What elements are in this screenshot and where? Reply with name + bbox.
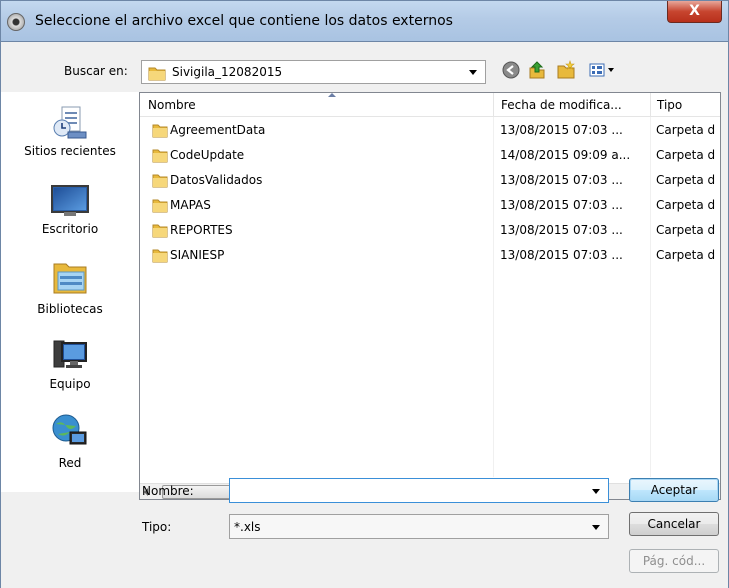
recent-places-icon: [53, 106, 87, 139]
place-desktop[interactable]: Escritorio: [1, 184, 139, 236]
place-desktop-label: Escritorio: [41, 222, 99, 236]
table-row[interactable]: AgreementData 13/08/2015 07:03 ... Carpeta…: [140, 119, 720, 143]
folder-icon: [152, 224, 168, 238]
column-header-date[interactable]: Fecha de modifica...: [501, 98, 622, 112]
dialog-body: Buscar en: Sivigila_12082015 Sitios reci…: [0, 42, 729, 588]
file-date: 13/08/2015 07:03 ...: [500, 173, 623, 187]
folder-icon: [152, 174, 168, 188]
cancel-button[interactable]: Cancelar: [629, 512, 719, 536]
place-libraries[interactable]: Bibliotecas: [1, 258, 139, 316]
places-bar: Sitios recientes Escritorio Bibliotecas: [1, 92, 139, 492]
file-type: Carpeta d: [656, 198, 716, 212]
file-name: DatosValidados: [170, 173, 263, 187]
file-type: Carpeta d: [656, 223, 716, 237]
file-list[interactable]: Nombre Fecha de modifica... Tipo Agreeme…: [139, 92, 721, 500]
file-name: REPORTES: [170, 223, 233, 237]
file-date: 13/08/2015 07:03 ...: [500, 198, 623, 212]
filename-label: Nombre:: [142, 484, 194, 498]
network-icon: [52, 414, 87, 445]
file-date: 14/08/2015 09:09 a...: [500, 148, 631, 162]
column-separator: [650, 93, 651, 117]
place-computer-label: Equipo: [49, 377, 91, 391]
file-type: Carpeta d: [656, 123, 716, 137]
place-computer[interactable]: Equipo: [1, 337, 139, 391]
accept-button[interactable]: Aceptar: [629, 478, 719, 502]
column-header-name[interactable]: Nombre: [148, 98, 196, 112]
file-name: SIANIESP: [170, 248, 225, 262]
file-date: 13/08/2015 07:03 ...: [500, 123, 623, 137]
window-title: Seleccione el archivo excel que contiene…: [35, 13, 453, 29]
look-in-value: Sivigila_12082015: [172, 65, 283, 79]
table-row[interactable]: DatosValidados 13/08/2015 07:03 ... Carpet…: [140, 169, 720, 193]
folder-icon: [152, 149, 168, 163]
table-row[interactable]: REPORTES 13/08/2015 07:03 ... Carpeta d: [140, 219, 720, 243]
chevron-down-icon[interactable]: [592, 489, 600, 494]
folder-icon: [152, 124, 168, 138]
look-in-dropdown[interactable]: Sivigila_12082015: [141, 60, 486, 84]
folder-icon: [152, 249, 168, 263]
libraries-icon: [53, 263, 87, 294]
sort-ascending-icon: [328, 93, 336, 97]
app-icon: [7, 13, 25, 31]
file-name: CodeUpdate: [170, 148, 245, 162]
table-row[interactable]: CodeUpdate 14/08/2015 09:09 a... Carpeta d: [140, 144, 720, 168]
place-network-label: Red: [58, 456, 82, 470]
close-button[interactable]: X: [667, 1, 722, 23]
back-arrow-icon[interactable]: [499, 58, 523, 82]
folder-icon: [148, 67, 166, 81]
desktop-icon: [51, 185, 89, 216]
place-recent-label: Sitios recientes: [24, 144, 116, 158]
new-folder-icon[interactable]: [554, 58, 578, 82]
chevron-down-icon[interactable]: [469, 70, 477, 75]
file-date: 13/08/2015 07:03 ...: [500, 223, 623, 237]
place-network[interactable]: Red: [1, 412, 139, 470]
place-recent[interactable]: Sitios recientes: [1, 104, 139, 158]
encoding-button[interactable]: Pág. cód...: [629, 549, 719, 573]
file-name: MAPAS: [170, 198, 211, 212]
list-header: Nombre Fecha de modifica... Tipo: [140, 93, 720, 117]
file-type: Carpeta d: [656, 148, 716, 162]
file-type: Carpeta d: [656, 248, 716, 262]
file-type: Carpeta d: [656, 173, 716, 187]
table-row[interactable]: MAPAS 13/08/2015 07:03 ... Carpeta d: [140, 194, 720, 218]
chevron-down-icon[interactable]: [592, 525, 600, 530]
table-row[interactable]: SIANIESP 13/08/2015 07:03 ... Carpeta d: [140, 244, 720, 268]
filename-field[interactable]: [229, 478, 609, 503]
column-header-type[interactable]: Tipo: [657, 98, 682, 112]
filetype-value: *.xls: [234, 520, 261, 534]
file-name: AgreementData: [170, 123, 266, 137]
filetype-label: Tipo:: [142, 520, 172, 534]
folder-icon: [152, 199, 168, 213]
column-separator: [493, 93, 494, 117]
view-menu-icon[interactable]: [585, 58, 621, 82]
file-date: 13/08/2015 07:03 ...: [500, 248, 623, 262]
look-in-label: Buscar en:: [64, 64, 128, 78]
up-folder-icon[interactable]: [525, 58, 549, 82]
computer-icon: [53, 340, 87, 368]
title-bar: Seleccione el archivo excel que contiene…: [0, 0, 729, 42]
filetype-dropdown[interactable]: *.xls: [229, 514, 609, 539]
place-libraries-label: Bibliotecas: [37, 302, 103, 316]
